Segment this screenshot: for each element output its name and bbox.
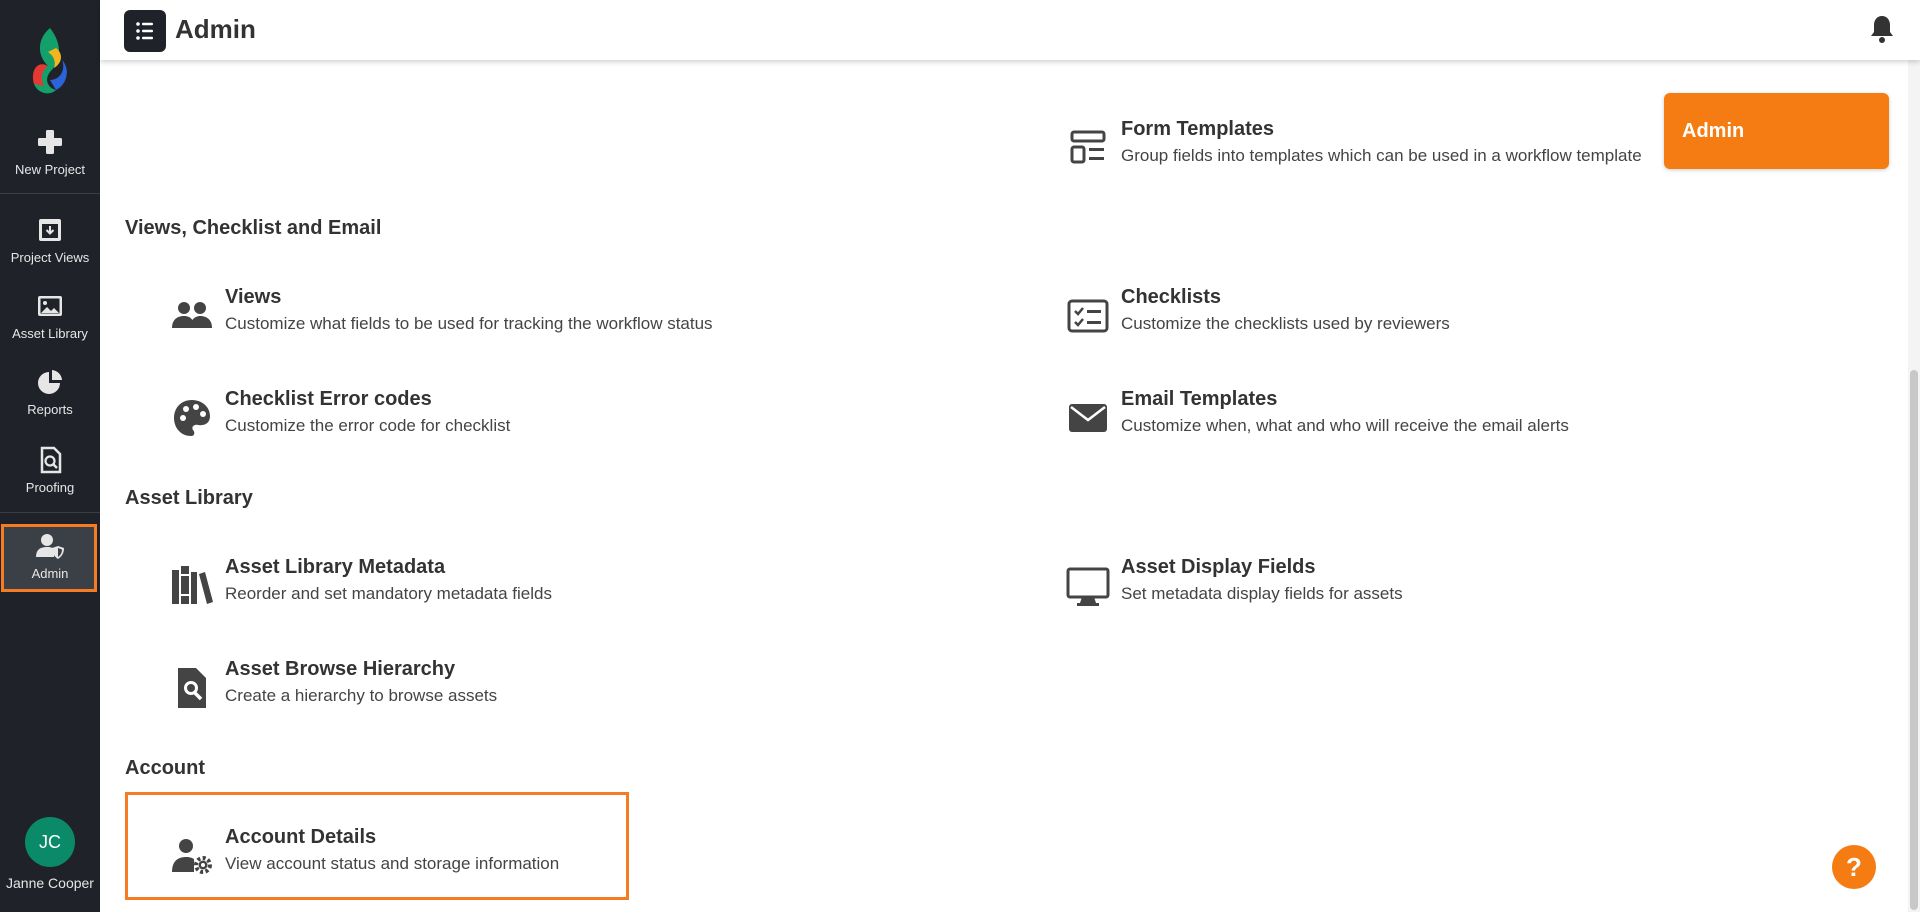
books-icon: [172, 566, 213, 604]
palette-icon: [174, 400, 210, 436]
card-description: Reorder and set mandatory metadata field…: [225, 584, 552, 603]
card-description: Customize the error code for checklist: [225, 416, 511, 435]
card-description: Customize what fields to be used for tra…: [225, 314, 713, 333]
card-checklist-error-codes[interactable]: Checklist Error codes Customize the erro…: [170, 388, 870, 458]
sidebar: New Project Project Views Asset Library …: [0, 0, 100, 912]
help-button[interactable]: ?: [1832, 845, 1876, 889]
pie-chart-icon: [38, 370, 62, 394]
card-title: Checklists: [1121, 286, 1222, 308]
card-views[interactable]: Views Customize what fields to be used f…: [170, 286, 870, 356]
nav-new-project[interactable]: New Project: [0, 128, 100, 178]
nav-label: New Project: [14, 162, 86, 177]
notifications-bell-icon[interactable]: [1869, 14, 1895, 49]
admin-tag-label: Admin: [1682, 120, 1745, 142]
nav-reports[interactable]: Reports: [0, 368, 100, 418]
archive-download-icon: [39, 219, 61, 241]
checklist-icon: [1067, 299, 1109, 333]
list-menu-icon: [136, 22, 153, 40]
nav-label: Project Views: [10, 250, 90, 265]
section-title-account: Account: [125, 757, 205, 779]
card-description: Customize the checklists used by reviewe…: [1121, 314, 1450, 333]
nav-asset-library[interactable]: Asset Library: [0, 292, 100, 342]
page-title: Admin: [175, 14, 256, 44]
user-name: Janne Cooper: [6, 875, 94, 891]
card-description: View account status and storage informat…: [225, 854, 560, 873]
card-description: Create a hierarchy to browse assets: [225, 686, 498, 705]
admin-content: Form Templates Group fields into templat…: [100, 60, 1910, 912]
admin-floating-tag: Admin: [1664, 93, 1889, 169]
user-gear-icon: [172, 839, 212, 874]
card-asset-library-metadata[interactable]: Asset Library Metadata Reorder and set m…: [170, 556, 870, 626]
card-title: Form Templates: [1121, 118, 1274, 140]
section-title-asset-library: Asset Library: [125, 487, 253, 509]
nav-label: Proofing: [25, 480, 75, 495]
card-checklists[interactable]: Checklists Customize the checklists used…: [1066, 286, 1766, 356]
user-shield-icon: [36, 534, 64, 559]
image-icon: [38, 296, 62, 316]
people-icon: [172, 302, 212, 328]
card-asset-display-fields[interactable]: Asset Display Fields Set metadata displa…: [1066, 556, 1766, 626]
card-title: Email Templates: [1121, 388, 1278, 410]
monitor-icon: [1066, 567, 1110, 606]
nav-proofing[interactable]: Proofing: [0, 446, 100, 496]
card-account-details[interactable]: Account Details View account status and …: [170, 826, 870, 896]
card-title: Asset Display Fields: [1121, 556, 1316, 578]
menu-toggle-button[interactable]: [124, 10, 166, 52]
envelope-icon: [1069, 404, 1107, 432]
card-title: Asset Library Metadata: [225, 556, 446, 578]
card-title: Checklist Error codes: [225, 388, 432, 410]
app-logo[interactable]: [20, 22, 80, 102]
nav-project-views[interactable]: Project Views: [0, 216, 100, 266]
card-email-templates[interactable]: Email Templates Customize when, what and…: [1066, 388, 1766, 458]
section-title-views: Views, Checklist and Email: [125, 217, 382, 239]
nav-label: Reports: [27, 402, 73, 417]
top-header: Admin: [100, 0, 1920, 60]
card-title: Asset Browse Hierarchy: [225, 658, 456, 680]
avatar[interactable]: JC: [25, 817, 75, 867]
nav-admin[interactable]: Admin: [0, 532, 100, 582]
card-description: Set metadata display fields for assets: [1121, 584, 1403, 603]
card-title: Account Details: [225, 826, 377, 848]
proofing-search-icon: [40, 446, 62, 474]
nav-label: Admin: [31, 566, 69, 581]
card-description: Group fields into templates which can be…: [1121, 146, 1642, 165]
file-search-icon: [178, 668, 206, 708]
nav-label: Asset Library: [12, 326, 88, 341]
card-description: Customize when, what and who will receiv…: [1121, 416, 1569, 435]
card-form-templates[interactable]: Form Templates Group fields into templat…: [1066, 118, 1766, 188]
plus-icon: [38, 130, 62, 154]
card-title: Views: [225, 286, 282, 308]
card-asset-browse-hierarchy[interactable]: Asset Browse Hierarchy Create a hierarch…: [170, 658, 870, 728]
form-template-icon: [1070, 130, 1106, 164]
scrollbar-thumb[interactable]: [1910, 370, 1918, 910]
